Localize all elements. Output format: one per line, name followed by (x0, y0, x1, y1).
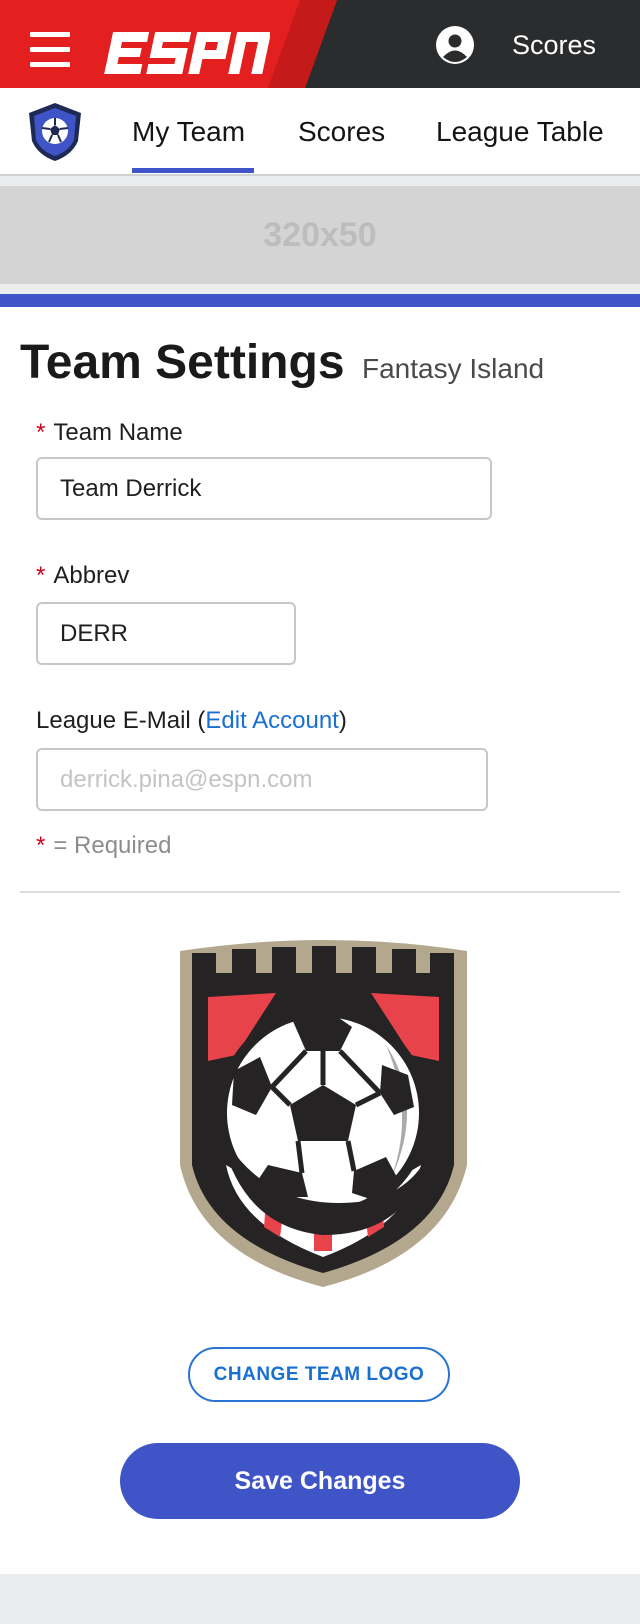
ad-size-label: 320x50 (263, 215, 377, 254)
tab-my-team[interactable]: My Team (132, 116, 245, 148)
header-scores-link[interactable]: Scores (512, 30, 596, 61)
tab-league-table[interactable]: League Table (436, 116, 604, 148)
league-name: Fantasy Island (362, 353, 545, 384)
required-asterisk: * (36, 419, 46, 446)
league-email-field[interactable] (36, 748, 488, 811)
section-divider (20, 891, 620, 893)
required-asterisk: * (36, 562, 46, 589)
change-team-logo-button[interactable]: CHANGE TEAM LOGO (188, 1347, 450, 1402)
user-account-icon[interactable] (436, 26, 474, 64)
team-settings-card: Team Settings Fantasy Island * Team Name … (0, 294, 640, 1574)
espn-logo[interactable] (104, 28, 270, 76)
ad-banner[interactable]: 320x50 (0, 186, 640, 284)
save-changes-button[interactable]: Save Changes (120, 1443, 520, 1519)
league-shield-icon[interactable] (26, 101, 84, 163)
abbrev-input[interactable] (36, 602, 296, 665)
active-tab-indicator (132, 168, 254, 173)
hamburger-menu-icon[interactable] (30, 32, 70, 68)
team-name-label: * Team Name (36, 419, 183, 446)
top-bar: Scores (0, 0, 640, 88)
team-name-input[interactable] (36, 457, 492, 520)
page-title: Team Settings (20, 336, 345, 389)
soccer-ball-crest-icon (180, 940, 467, 1287)
required-note: * = Required (36, 832, 172, 859)
tab-scores[interactable]: Scores (298, 116, 385, 148)
league-email-label: League E-Mail (Edit Account) (36, 707, 347, 734)
abbrev-label: * Abbrev (36, 562, 130, 589)
edit-account-link[interactable]: Edit Account (205, 707, 338, 734)
league-nav: My Team Scores League Table (0, 88, 640, 176)
